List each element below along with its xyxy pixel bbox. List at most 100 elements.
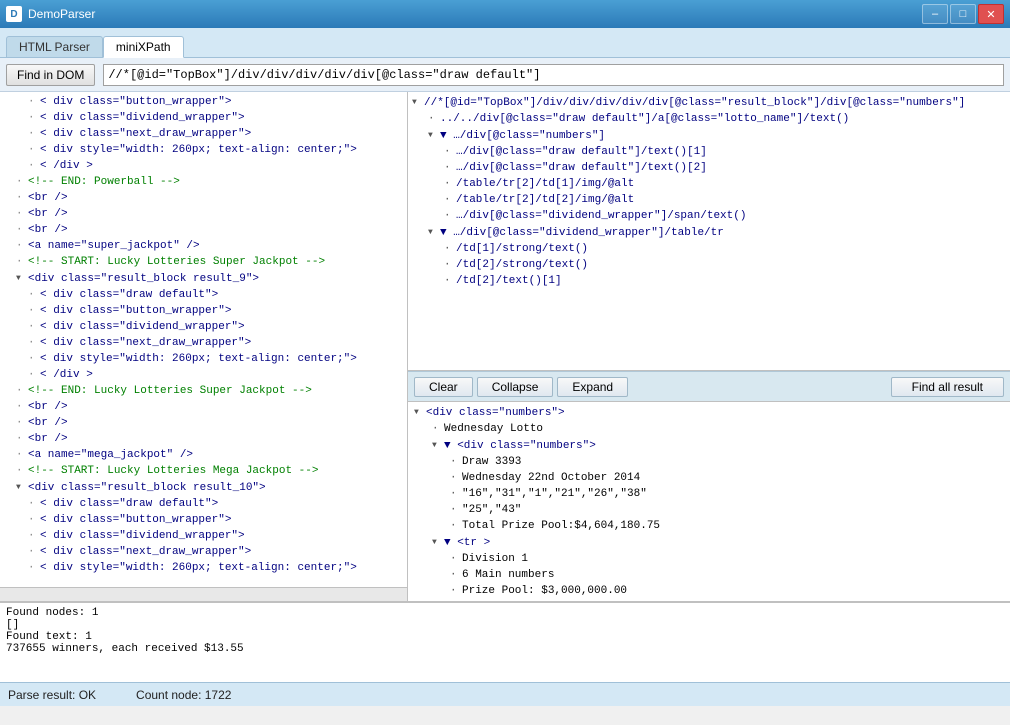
indent-space (4, 335, 16, 351)
tree-arrow[interactable] (28, 512, 40, 528)
parsed-arrow[interactable] (450, 454, 462, 470)
indent-space (432, 583, 450, 599)
tree-arrow[interactable] (28, 544, 40, 560)
close-button[interactable]: ✕ (978, 4, 1004, 24)
tree-arrow[interactable] (16, 479, 28, 496)
find-in-dom-button[interactable]: Find in DOM (6, 64, 95, 86)
parsed-arrow[interactable] (450, 518, 462, 534)
html-tree[interactable]: < div class="button_wrapper"> < div clas… (0, 92, 407, 587)
tree-arrow[interactable] (28, 110, 40, 126)
result-line: /td[2]/strong/text() (408, 257, 1010, 273)
tree-arrow[interactable] (28, 335, 40, 351)
indent-space (4, 303, 16, 319)
collapse-button[interactable]: Collapse (477, 377, 554, 397)
parsed-tag: ▼ <tr > (444, 535, 490, 551)
result-arrow[interactable] (444, 144, 456, 160)
tree-arrow[interactable] (28, 126, 40, 142)
tree-arrow[interactable] (28, 158, 40, 174)
find-all-button[interactable]: Find all result (891, 377, 1004, 397)
parsed-arrow[interactable] (450, 567, 462, 583)
tag-text: <br /> (28, 431, 68, 447)
tree-arrow[interactable] (16, 206, 28, 222)
result-arrow[interactable] (428, 127, 440, 144)
tree-arrow[interactable] (16, 431, 28, 447)
tab-minixpath[interactable]: miniXPath (103, 36, 184, 58)
node-result-line: Total Prize Pool:$4,604,180.75 (412, 518, 1006, 534)
result-arrow[interactable] (444, 208, 456, 224)
tree-arrow[interactable] (16, 238, 28, 254)
xpath-input[interactable] (103, 64, 1004, 86)
node-result-line: Prize Pool: $3,000,000.00 (412, 583, 1006, 599)
parsed-arrow[interactable] (432, 534, 444, 551)
indent-space (428, 208, 444, 224)
result-arrow[interactable] (444, 160, 456, 176)
result-line: …/div[@class="draw default"]/text()[2] (408, 160, 1010, 176)
indent-space (428, 144, 444, 160)
parsed-arrow[interactable] (450, 599, 462, 601)
tree-arrow[interactable] (28, 303, 40, 319)
tree-line: < div class="button_wrapper"> (0, 512, 407, 528)
result-arrow[interactable] (444, 273, 456, 289)
left-horizontal-scrollbar[interactable] (0, 587, 407, 601)
minimize-button[interactable]: – (922, 4, 948, 24)
maximize-button[interactable]: □ (950, 4, 976, 24)
tree-arrow[interactable] (16, 174, 28, 190)
result-arrow[interactable] (428, 224, 440, 241)
tree-arrow[interactable] (28, 528, 40, 544)
result-text: /table/tr[2]/td[1]/img/@alt (456, 176, 634, 192)
result-arrow[interactable] (444, 176, 456, 192)
tree-arrow[interactable] (16, 447, 28, 463)
tree-arrow[interactable] (28, 319, 40, 335)
result-arrow[interactable] (428, 111, 440, 127)
tree-arrow[interactable] (16, 463, 28, 479)
tag-text: <a name="mega_jackpot" /> (28, 447, 193, 463)
parsed-arrow[interactable] (450, 551, 462, 567)
tree-arrow[interactable] (16, 270, 28, 287)
tree-arrow[interactable] (16, 399, 28, 415)
tab-html-parser[interactable]: HTML Parser (6, 36, 103, 57)
tree-line: <!-- START: Lucky Lotteries Super Jackpo… (0, 254, 407, 270)
result-text: /td[2]/text()[1] (456, 273, 562, 289)
parsed-arrow[interactable] (450, 502, 462, 518)
tree-arrow[interactable] (28, 560, 40, 576)
tag-text: <br /> (28, 222, 68, 238)
result-arrow[interactable] (444, 241, 456, 257)
parsed-text: Wednesday 22nd October 2014 (462, 470, 640, 486)
parsed-arrow[interactable] (450, 470, 462, 486)
tree-arrow[interactable] (16, 222, 28, 238)
parsed-arrow[interactable] (450, 486, 462, 502)
tree-arrow[interactable] (28, 142, 40, 158)
tree-arrow[interactable] (16, 254, 28, 270)
parsed-results-tree[interactable]: <div class="numbers"> Wednesday Lotto ▼ … (408, 401, 1010, 601)
result-arrow[interactable] (444, 257, 456, 273)
result-arrow[interactable] (444, 192, 456, 208)
indent-space (4, 528, 16, 544)
result-text: /table/tr[2]/td[2]/img/@alt (456, 192, 634, 208)
indent-space (428, 273, 444, 289)
parsed-arrow[interactable] (414, 404, 426, 421)
tree-line: <a name="mega_jackpot" /> (0, 447, 407, 463)
tree-arrow[interactable] (28, 94, 40, 110)
tree-line: < div class="button_wrapper"> (0, 94, 407, 110)
node-result-line: Division 1 (412, 551, 1006, 567)
parsed-arrow[interactable] (450, 583, 462, 599)
parsed-arrow[interactable] (432, 437, 444, 454)
tree-arrow[interactable] (28, 496, 40, 512)
indent-space (4, 431, 16, 447)
parsed-arrow[interactable] (432, 421, 444, 437)
result-arrow[interactable] (412, 94, 424, 111)
tree-line: <br /> (0, 399, 407, 415)
tree-arrow[interactable] (16, 190, 28, 206)
result-text: …/div[@class="draw default"]/text()[1] (456, 144, 707, 160)
indent-space (4, 399, 16, 415)
xpath-results-tree[interactable]: //*[@id="TopBox"]/div/div/div/div/div[@c… (408, 92, 1010, 371)
clear-button[interactable]: Clear (414, 377, 473, 397)
tree-arrow[interactable] (28, 287, 40, 303)
tree-arrow[interactable] (16, 415, 28, 431)
tree-arrow[interactable] (28, 351, 40, 367)
tree-arrow[interactable] (16, 383, 28, 399)
tag-text: < div class="draw default"> (40, 287, 218, 303)
tag-text: < div class="dividend_wrapper"> (40, 319, 245, 335)
expand-button[interactable]: Expand (557, 377, 628, 397)
tree-arrow[interactable] (28, 367, 40, 383)
